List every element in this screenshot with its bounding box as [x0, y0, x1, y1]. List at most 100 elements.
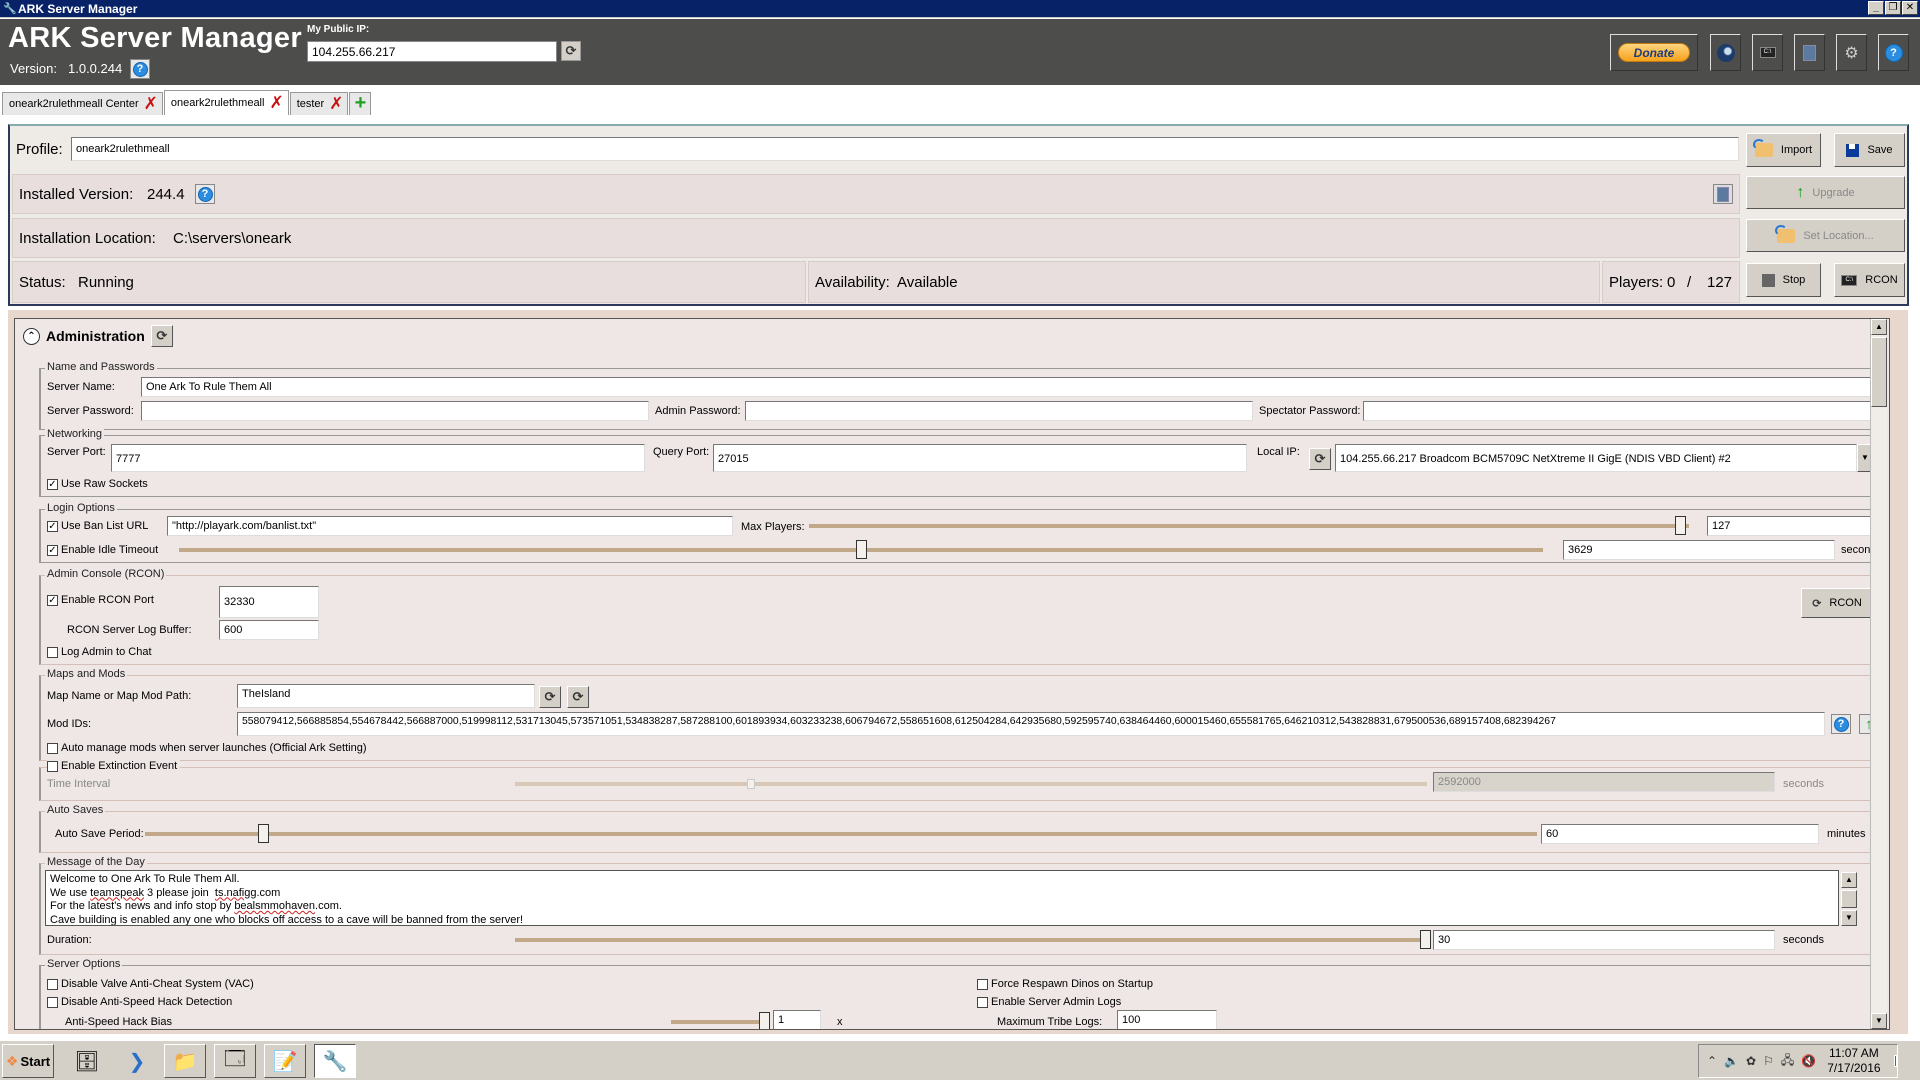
- network-sharing-icon[interactable]: ✿: [1746, 1054, 1756, 1068]
- scroll-up-button[interactable]: ▲: [1871, 319, 1887, 335]
- administration-header[interactable]: ⌃ Administration ⟳: [23, 325, 173, 347]
- clock[interactable]: 11:07 AM 7/17/2016: [1827, 1046, 1880, 1076]
- mod-help-button[interactable]: ?: [1831, 714, 1851, 734]
- local-ip-select[interactable]: 104.255.66.217 Broadcom BCM5709C NetXtre…: [1335, 444, 1857, 472]
- use-ban-list-checkbox[interactable]: ✓ Use Ban List URL: [47, 520, 148, 532]
- server-port-field[interactable]: 7777: [111, 444, 645, 472]
- tab-tester[interactable]: tester ✗: [289, 92, 349, 115]
- enable-admin-logs-checkbox[interactable]: Enable Server Admin Logs: [977, 996, 1121, 1008]
- ban-list-url-field[interactable]: "http://playark.com/banlist.txt": [167, 516, 733, 536]
- network-icon[interactable]: 🖧: [1781, 1051, 1794, 1072]
- speaker-tray-icon[interactable]: 🔈: [1724, 1054, 1739, 1068]
- public-ip-field[interactable]: 104.255.66.217: [307, 41, 557, 62]
- speedhack-bias-slider-thumb[interactable]: [759, 1012, 770, 1029]
- checkbox-box[interactable]: [977, 978, 988, 990]
- close-button[interactable]: ✕: [1902, 1, 1918, 15]
- mod-ids-field[interactable]: 558079412,566885854,554678442,566887000,…: [237, 712, 1825, 736]
- duration-slider-thumb[interactable]: [1420, 930, 1431, 949]
- checkbox-box[interactable]: [47, 742, 58, 754]
- time-interval-slider-track[interactable]: [515, 782, 1427, 786]
- rcon-port-field[interactable]: 32330: [219, 586, 319, 618]
- action-center-flag-icon[interactable]: ⚐: [1763, 1054, 1774, 1068]
- close-tab-icon[interactable]: ✗: [269, 94, 283, 111]
- volume-muted-icon[interactable]: 🔇: [1801, 1054, 1816, 1068]
- close-tab-icon[interactable]: ✗: [144, 95, 158, 112]
- auto-manage-mods-checkbox[interactable]: Auto manage mods when server launches (O…: [47, 742, 367, 754]
- enable-extinction-checkbox[interactable]: Enable Extinction Event: [47, 760, 181, 772]
- enable-idle-timeout-checkbox[interactable]: ✓ Enable Idle Timeout: [47, 544, 158, 556]
- motd-scroll-thumb[interactable]: [1841, 890, 1857, 908]
- restore-button[interactable]: ❐: [1885, 1, 1901, 15]
- refresh-local-ip-button[interactable]: ⟳: [1309, 448, 1331, 470]
- settings-scrollbar[interactable]: ▲ ▼: [1870, 319, 1887, 1029]
- notes-button[interactable]: [1794, 34, 1825, 71]
- motd-scroll-down[interactable]: ▼: [1841, 910, 1857, 926]
- ark-wrench-icon[interactable]: 🔧: [314, 1044, 356, 1078]
- speedhack-bias-field[interactable]: 1: [773, 1010, 821, 1029]
- server-manager-icon[interactable]: 🗄: [66, 1044, 108, 1078]
- console-button[interactable]: C:\: [1752, 34, 1783, 71]
- motd-scroll-up[interactable]: ▲: [1841, 872, 1857, 888]
- steam-button[interactable]: [1710, 34, 1741, 71]
- max-players-slider-thumb[interactable]: [1675, 516, 1687, 535]
- checkbox-box[interactable]: [47, 646, 58, 658]
- rcon-button[interactable]: C:\ RCON: [1834, 263, 1905, 297]
- max-players-slider-track[interactable]: [809, 524, 1689, 528]
- settings-button[interactable]: ⚙: [1836, 34, 1867, 71]
- force-respawn-dinos-checkbox[interactable]: Force Respawn Dinos on Startup: [977, 978, 1153, 990]
- checkbox-box[interactable]: [977, 996, 988, 1008]
- auto-save-slider-track[interactable]: [145, 832, 1537, 836]
- server-password-field[interactable]: [141, 401, 649, 421]
- scroll-thumb[interactable]: [1871, 337, 1887, 407]
- show-hidden-icons[interactable]: ⌃: [1707, 1054, 1717, 1068]
- version-help-button[interactable]: ?: [130, 59, 150, 79]
- save-button[interactable]: Save: [1834, 133, 1905, 167]
- close-tab-icon[interactable]: ✗: [329, 95, 343, 112]
- checkbox-box[interactable]: [47, 978, 58, 990]
- speedhack-bias-slider-track[interactable]: [671, 1020, 759, 1024]
- minimize-button[interactable]: _: [1868, 1, 1884, 15]
- time-interval-slider-thumb[interactable]: [747, 779, 756, 789]
- help-button[interactable]: ?: [1878, 34, 1909, 71]
- version-info-button[interactable]: ?: [195, 184, 215, 204]
- duration-slider-track[interactable]: [515, 938, 1425, 942]
- map-name-field[interactable]: TheIsland: [237, 684, 535, 708]
- enable-rcon-checkbox[interactable]: ✓ Enable RCON Port: [47, 594, 154, 606]
- auto-save-period-field[interactable]: 60: [1541, 824, 1819, 844]
- rcon-console-button[interactable]: ⟳ RCON: [1801, 588, 1873, 618]
- disable-speedhack-checkbox[interactable]: Disable Anti-Speed Hack Detection: [47, 996, 232, 1008]
- stop-button[interactable]: Stop: [1746, 263, 1821, 297]
- collapse-icon[interactable]: ⌃: [23, 327, 40, 345]
- import-button[interactable]: Import: [1746, 133, 1821, 167]
- notepad-icon[interactable]: 📝: [264, 1044, 306, 1078]
- log-admin-chat-checkbox[interactable]: Log Admin to Chat: [47, 646, 152, 658]
- idle-timeout-field[interactable]: 3629: [1563, 540, 1835, 560]
- use-raw-sockets-checkbox[interactable]: ✓ Use Raw Sockets: [47, 478, 148, 490]
- auto-save-slider-thumb[interactable]: [258, 824, 270, 843]
- powershell-icon[interactable]: ❯: [116, 1044, 158, 1078]
- explorer-icon[interactable]: 📁: [164, 1044, 206, 1078]
- set-location-button[interactable]: Set Location...: [1746, 219, 1905, 252]
- checkbox-box[interactable]: ✓: [47, 520, 58, 532]
- checkbox-box[interactable]: ✓: [47, 478, 58, 490]
- refresh-map-list-button[interactable]: ⟳: [567, 686, 589, 708]
- donate-button[interactable]: Donate: [1610, 34, 1698, 71]
- query-port-field[interactable]: 27015: [713, 444, 1247, 472]
- rcon-log-buffer-field[interactable]: 600: [219, 620, 319, 640]
- checkbox-box[interactable]: ✓: [47, 594, 58, 606]
- add-tab-button[interactable]: +: [349, 92, 372, 115]
- checkbox-box[interactable]: ✓: [47, 544, 58, 556]
- tab-oneark[interactable]: oneark2rulethmeall ✗: [163, 90, 289, 115]
- scroll-down-button[interactable]: ▼: [1871, 1013, 1887, 1029]
- max-players-field[interactable]: 127: [1707, 516, 1883, 536]
- checkbox-box[interactable]: [47, 996, 58, 1008]
- admin-password-field[interactable]: [745, 401, 1253, 421]
- refresh-map-button[interactable]: ⟳: [539, 686, 561, 708]
- profile-name-field[interactable]: oneark2rulethmeall: [71, 137, 1739, 161]
- window-icon[interactable]: 🗔: [214, 1044, 256, 1078]
- motd-textarea[interactable]: Welcome to One Ark To Rule Them All. We …: [45, 870, 1839, 926]
- changelog-button[interactable]: [1713, 184, 1733, 204]
- server-name-field[interactable]: One Ark To Rule Them All: [141, 377, 1873, 397]
- checkbox-box[interactable]: [47, 760, 58, 772]
- tab-oneark-center[interactable]: oneark2rulethmeall Center ✗: [2, 92, 163, 115]
